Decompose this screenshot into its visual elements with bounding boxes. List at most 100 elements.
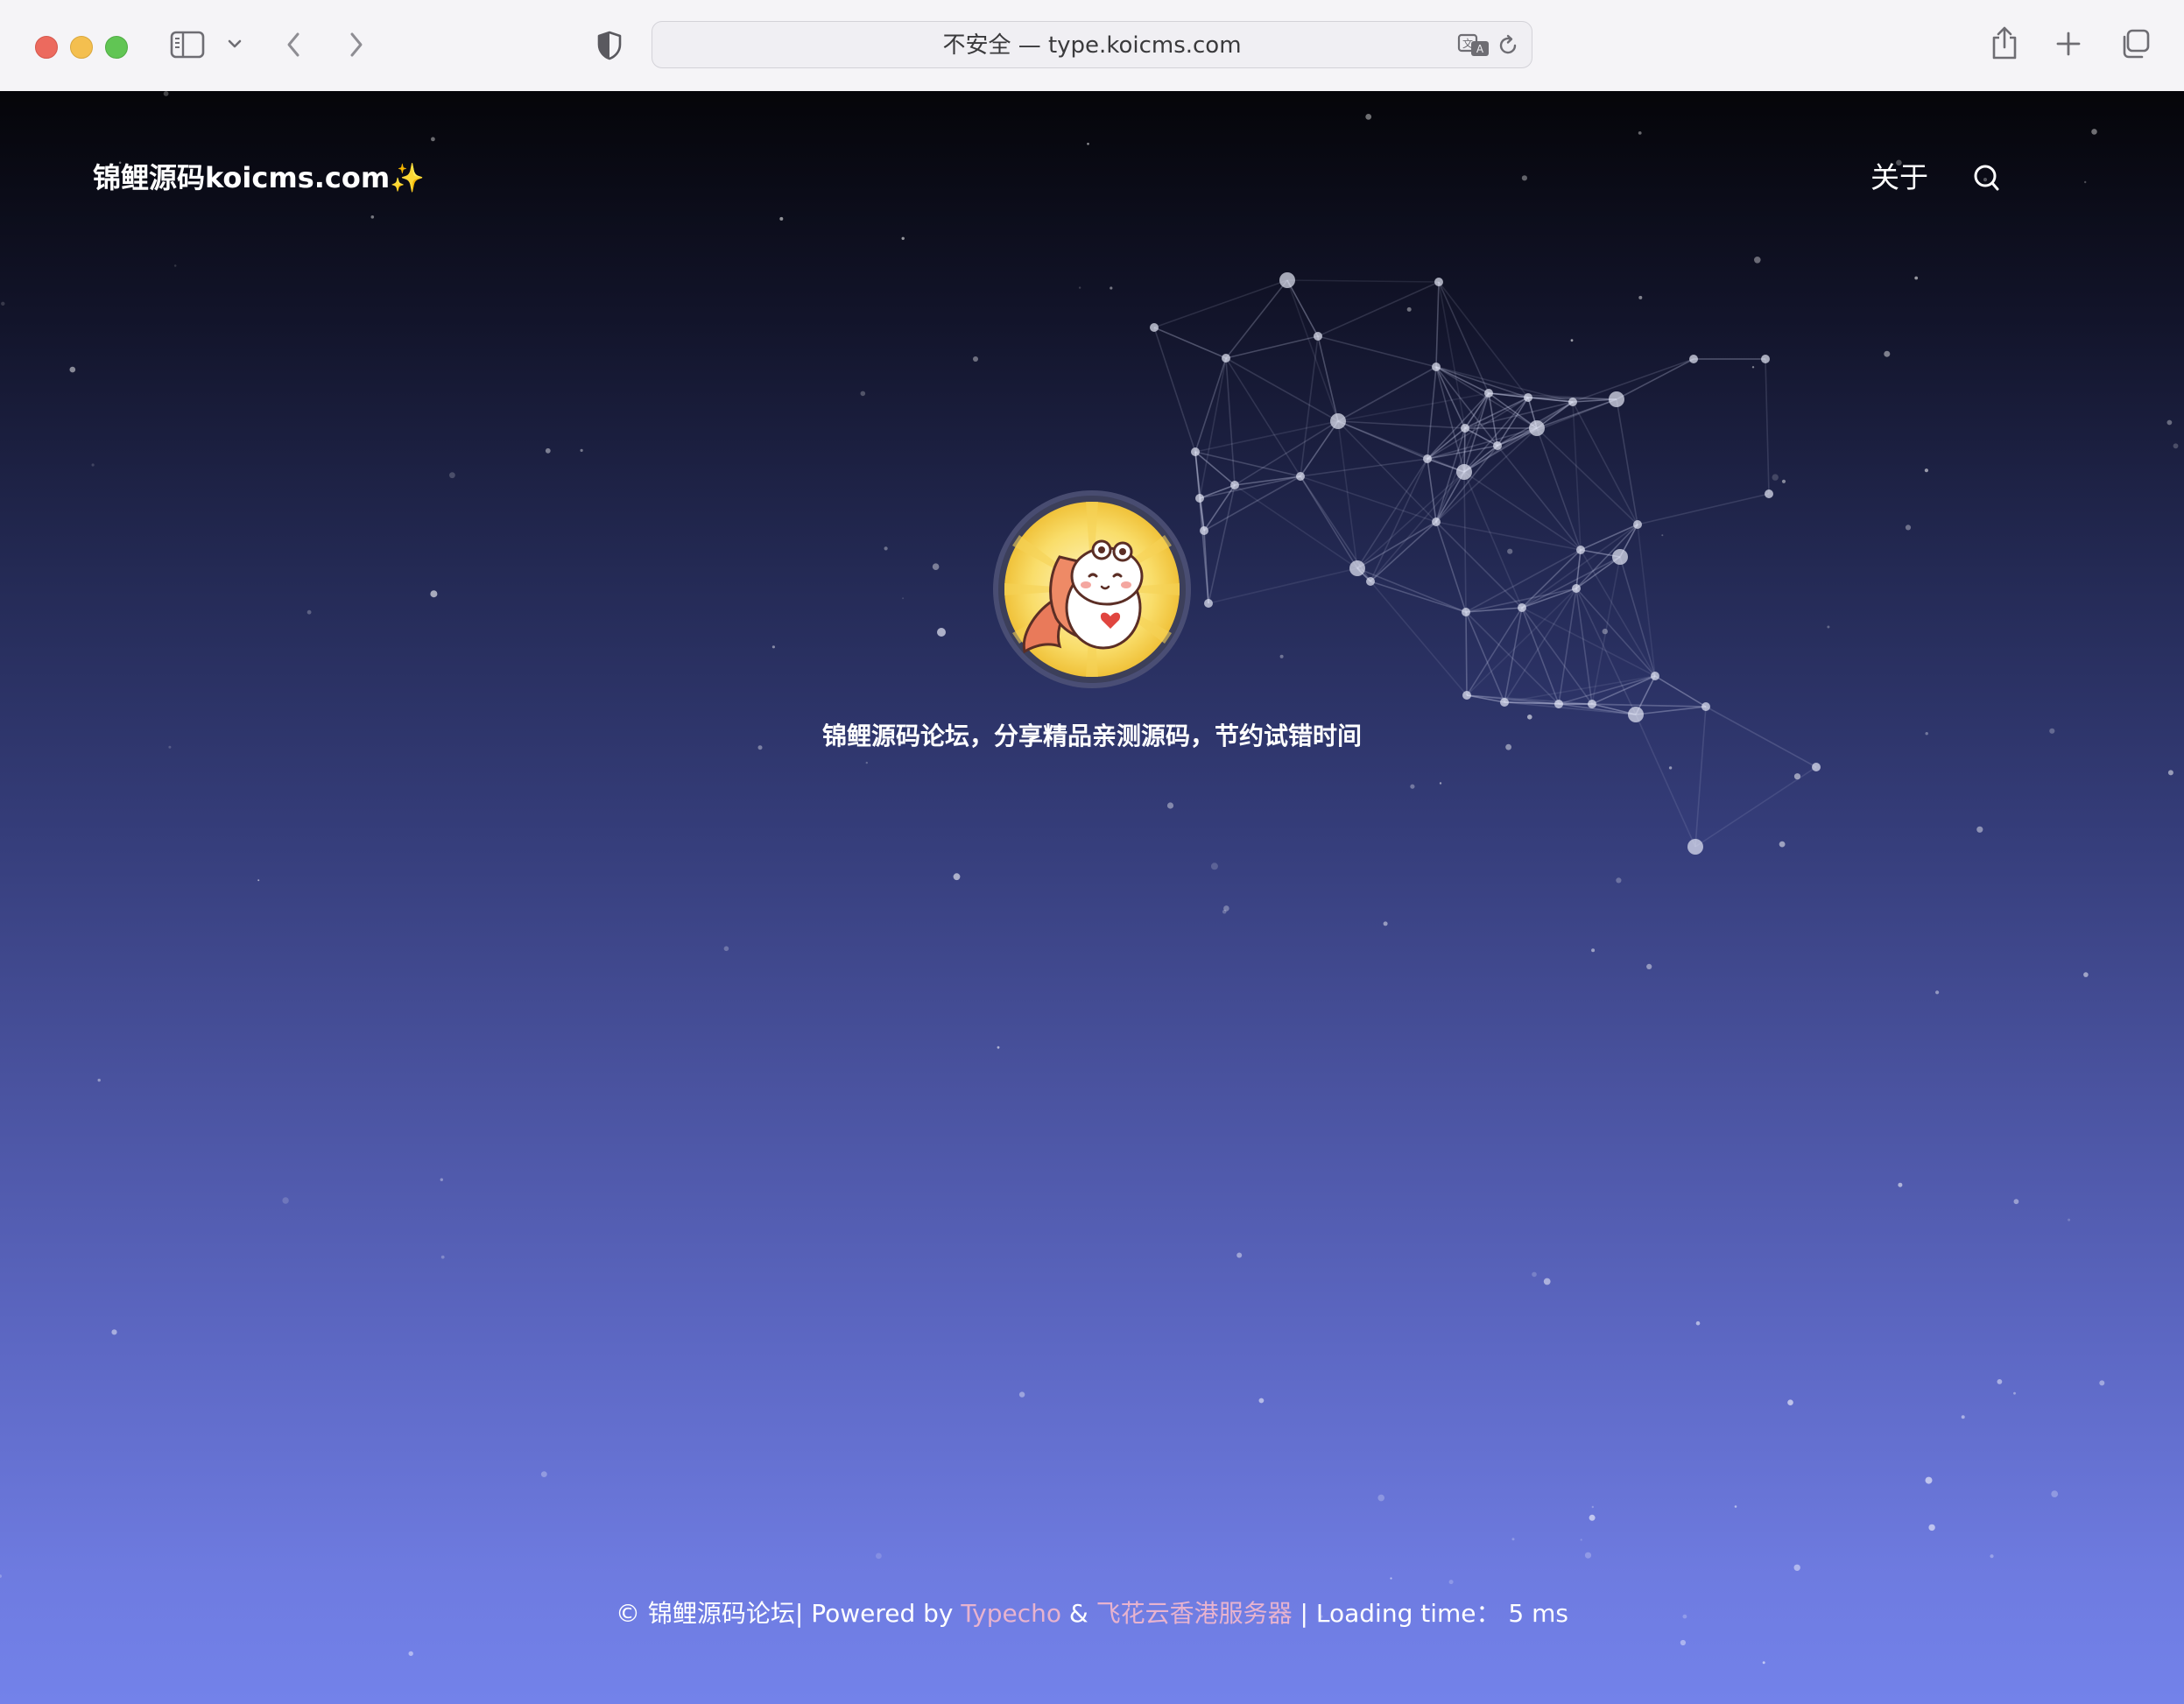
network-link bbox=[1637, 493, 1770, 525]
close-window-button[interactable] bbox=[35, 36, 58, 59]
network-link bbox=[1370, 521, 1437, 582]
network-node bbox=[1651, 672, 1659, 680]
network-node bbox=[1633, 520, 1642, 529]
typecho-link[interactable]: Typecho bbox=[961, 1599, 1061, 1628]
network-link bbox=[1356, 471, 1465, 569]
network-link bbox=[1521, 549, 1582, 609]
network-link bbox=[1572, 358, 1694, 403]
address-bar[interactable]: 不安全 — type.koicms.com 文 A bbox=[652, 21, 1532, 68]
browser-window: 不安全 — type.koicms.com 文 A 锦鲤源码koicms.com… bbox=[0, 0, 2184, 1704]
koi-mascot-illustration bbox=[1004, 502, 1180, 677]
network-node bbox=[937, 628, 946, 637]
translate-icon: 文 A bbox=[1457, 33, 1489, 56]
zoom-window-button[interactable] bbox=[105, 36, 128, 59]
search-icon bbox=[1974, 165, 1999, 191]
network-link bbox=[1225, 357, 1236, 486]
network-link bbox=[1591, 675, 1656, 705]
network-link bbox=[1521, 607, 1560, 705]
network-node bbox=[1524, 393, 1532, 402]
network-node bbox=[1296, 472, 1305, 481]
koi-mascot-avatar bbox=[998, 496, 1186, 683]
network-link bbox=[1575, 524, 1638, 589]
network-link bbox=[1194, 451, 1301, 477]
network-node bbox=[1689, 355, 1698, 363]
site-title-link[interactable]: 锦鲤源码koicms.com✨ bbox=[93, 156, 425, 200]
network-node bbox=[1493, 441, 1502, 450]
network-node bbox=[1432, 518, 1441, 526]
network-link bbox=[1497, 445, 1582, 551]
network-link bbox=[1317, 281, 1440, 337]
network-link bbox=[1286, 279, 1440, 283]
network-link bbox=[1521, 556, 1621, 609]
network-node bbox=[1576, 546, 1585, 554]
network-link bbox=[1194, 451, 1201, 499]
network-link bbox=[1575, 549, 1582, 589]
network-link bbox=[1694, 766, 1817, 848]
network-node bbox=[1150, 323, 1159, 332]
network-node bbox=[1204, 599, 1213, 608]
network-link bbox=[1225, 357, 1339, 422]
sidebar-toggle-button[interactable] bbox=[168, 28, 207, 61]
network-link bbox=[1234, 484, 1358, 569]
back-button[interactable] bbox=[278, 28, 308, 61]
translate-button[interactable]: 文 A bbox=[1456, 31, 1491, 60]
footer-ampersand: & bbox=[1061, 1599, 1096, 1628]
network-node bbox=[1765, 489, 1773, 498]
tab-group-menu-button[interactable] bbox=[224, 33, 245, 54]
svg-text:A: A bbox=[1476, 43, 1484, 55]
network-link bbox=[1194, 420, 1339, 453]
nav-about-link[interactable]: 关于 bbox=[1870, 156, 1928, 200]
network-link bbox=[1580, 524, 1638, 551]
new-tab-button[interactable] bbox=[2053, 28, 2084, 60]
network-link bbox=[1356, 521, 1437, 569]
network-node bbox=[1279, 272, 1295, 288]
network-node bbox=[1568, 398, 1577, 406]
network-node bbox=[1314, 332, 1322, 341]
chevron-left-icon bbox=[287, 32, 299, 57]
network-link bbox=[1572, 401, 1582, 551]
network-link bbox=[1370, 581, 1468, 696]
network-link bbox=[1337, 420, 1466, 429]
network-link bbox=[1356, 458, 1428, 569]
browser-toolbar: 不安全 — type.koicms.com 文 A bbox=[0, 0, 2184, 92]
network-link bbox=[1465, 549, 1582, 613]
network-link bbox=[1153, 327, 1196, 453]
network-link bbox=[1337, 366, 1437, 422]
share-icon bbox=[1992, 26, 2017, 60]
network-link bbox=[1558, 588, 1577, 705]
minimize-window-button[interactable] bbox=[70, 36, 93, 59]
reload-icon bbox=[1499, 34, 1517, 54]
network-node bbox=[1432, 363, 1441, 371]
network-node bbox=[1191, 447, 1200, 456]
network-link bbox=[1199, 497, 1209, 604]
tab-overview-button[interactable] bbox=[2117, 26, 2152, 61]
plus-icon bbox=[2056, 32, 2081, 56]
chevron-right-icon bbox=[350, 32, 363, 57]
network-node bbox=[1572, 584, 1581, 593]
chevron-down-icon bbox=[228, 39, 242, 48]
search-button[interactable] bbox=[1969, 159, 2004, 196]
network-link bbox=[1208, 484, 1236, 604]
network-node bbox=[1588, 700, 1596, 708]
network-link bbox=[1536, 427, 1638, 525]
network-link bbox=[1203, 475, 1301, 532]
network-node bbox=[1462, 691, 1471, 700]
network-node bbox=[1366, 577, 1375, 586]
share-button[interactable] bbox=[1988, 23, 2021, 63]
network-node bbox=[1500, 698, 1509, 707]
network-link bbox=[1463, 471, 1523, 609]
network-node bbox=[1554, 700, 1563, 708]
forward-button[interactable] bbox=[342, 28, 371, 61]
network-link bbox=[1427, 366, 1437, 460]
hosting-link[interactable]: 飞花云香港服务器 bbox=[1096, 1599, 1293, 1628]
network-link bbox=[1370, 458, 1428, 582]
network-link bbox=[1153, 279, 1288, 328]
network-node bbox=[1518, 603, 1526, 612]
network-link bbox=[1575, 556, 1621, 589]
privacy-report-button[interactable] bbox=[594, 30, 625, 61]
network-node bbox=[1330, 413, 1346, 429]
network-link bbox=[1317, 335, 1437, 368]
reload-button[interactable] bbox=[1495, 32, 1521, 59]
network-node bbox=[1462, 608, 1470, 616]
network-link bbox=[1317, 335, 1339, 422]
